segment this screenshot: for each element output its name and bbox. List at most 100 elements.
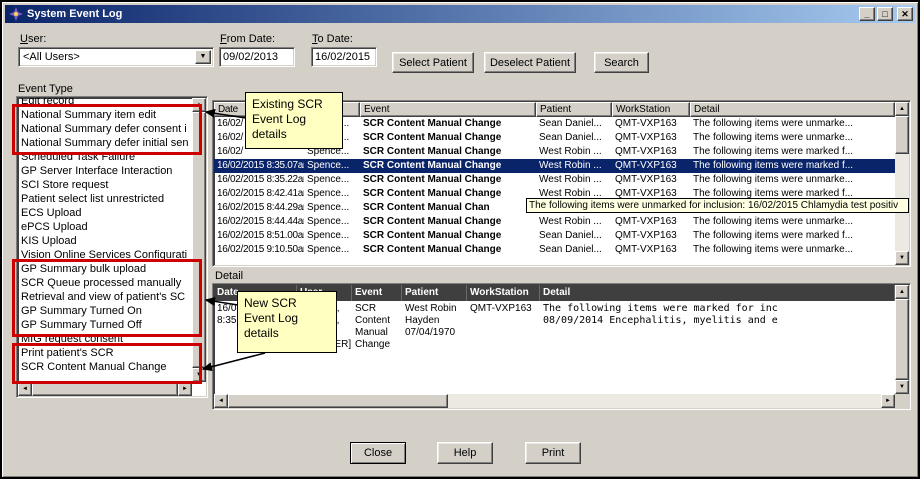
window-title: System Event Log [27,8,857,20]
cell-user: Spence... [304,229,360,243]
titlebar: System Event Log _ □ ✕ [5,5,915,23]
cell-detail: The following items were marked f... [690,229,895,243]
scroll-thumb[interactable] [32,382,178,396]
print-button[interactable]: Print [525,442,581,464]
event-type-item[interactable]: KIS Upload [19,234,192,248]
event-log-row[interactable]: 16/02/2015 8:51.00amSpence...SCR Content… [214,229,895,243]
event-type-item[interactable]: GP Summary Turned On [19,304,192,318]
cell-detail: The following items were unmarke... [690,117,895,131]
event-type-item[interactable]: National Summary defer initial sen [19,136,192,150]
user-select-value: <All Users> [23,51,80,63]
cell-patient: Sean Daniel... [536,131,612,145]
event-type-item[interactable]: SCR Content Manual Change [19,360,192,374]
callout-existing-scr-details: Existing SCR Event Log details [245,92,343,149]
event-type-item[interactable]: Scheduled Task Failure [19,150,192,164]
event-type-item[interactable]: GP Summary bulk upload [19,262,192,276]
event-type-item[interactable]: ECS Upload [19,206,192,220]
scroll-down-icon[interactable]: ▼ [895,380,909,394]
chevron-down-icon[interactable]: ▼ [195,50,211,64]
event-type-item[interactable]: Edit record [19,98,192,108]
from-date-input[interactable] [219,47,295,67]
scroll-thumb[interactable] [192,112,206,368]
detail-column-header: Patient [402,285,467,301]
select-patient-button[interactable]: Select Patient [392,52,474,73]
event-column-header[interactable]: Event [360,102,536,117]
scroll-up-icon[interactable]: ▲ [895,102,909,116]
close-button[interactable]: Close [350,442,406,464]
cell-patient: West Robin ... [536,215,612,229]
event-table-vscrollbar[interactable]: ▲ ▼ [895,102,909,265]
app-icon [9,7,23,21]
cell-patient: West Robin ... [536,145,612,159]
cell-event: SCR Content Manual Change [360,173,536,187]
cell-user: Spence... [304,243,360,257]
scroll-right-icon[interactable]: ► [881,394,895,408]
event-type-item[interactable]: SCI Store request [19,178,192,192]
event-type-item[interactable]: Vision Online Services Configurati [19,248,192,262]
search-button[interactable]: Search [594,52,649,73]
scroll-right-icon[interactable]: ► [178,382,192,396]
scroll-down-icon[interactable]: ▼ [192,368,206,382]
event-type-item[interactable]: Retrieval and view of patient's SC [19,290,192,304]
event-column-header[interactable]: Patient [536,102,612,117]
cell-event: SCR Content Manual Change [360,131,536,145]
close-icon[interactable]: ✕ [897,7,913,21]
cell-detail: The following items were unmarke... [690,131,895,145]
cell-date: 16/02/2015 8:44.44am [214,215,304,229]
event-column-header[interactable]: Detail [690,102,895,117]
event-type-item[interactable]: Patient select list unrestricted [19,192,192,206]
scroll-up-icon[interactable]: ▲ [895,285,909,299]
scroll-left-icon[interactable]: ◄ [18,382,32,396]
cell-ws: QMT-VXP163 [612,131,690,145]
scroll-thumb[interactable] [228,394,448,408]
cell-ws: QMT-VXP163 [612,145,690,159]
event-type-item[interactable]: GP Server Interface Interaction [19,164,192,178]
scroll-left-icon[interactable]: ◄ [214,394,228,408]
detail-vscrollbar[interactable]: ▲ ▼ [895,285,909,394]
event-log-row[interactable]: 16/02/2015 8:35.22amSpence...SCR Content… [214,173,895,187]
event-type-item[interactable]: GP Summary Turned Off [19,318,192,332]
event-log-row[interactable]: 16/02/2015 8:44.44amSpence...SCR Content… [214,215,895,229]
cell-event: SCR Content Manual Change [360,215,536,229]
cell-event: SCR Content Manual Change [360,159,536,173]
event-type-item[interactable]: SCR Queue processed manually [19,276,192,290]
scroll-up-icon[interactable]: ▲ [192,98,206,112]
cell-patient: West Robin ... [536,159,612,173]
callout-new-scr-details: New SCR Event Log details [237,291,337,353]
event-type-item[interactable]: National Summary item edit [19,108,192,122]
event-type-item[interactable]: Print patient's SCR [19,346,192,360]
event-type-vscrollbar[interactable]: ▲ ▼ [192,98,206,382]
detail-column-header: Event [352,285,402,301]
event-log-row[interactable]: 16/02/2015 9:10.50amSpence...SCR Content… [214,243,895,257]
cell-date: 16/02/2015 8:44.29am [214,201,304,215]
detail-hscrollbar[interactable]: ◄ ► [214,394,895,408]
minimize-icon[interactable]: _ [859,7,875,21]
row-detail-tooltip: The following items were unmarked for in… [526,198,909,213]
event-type-item[interactable]: ePCS Upload [19,220,192,234]
event-type-item[interactable]: National Summary defer consent i [19,122,192,136]
to-date-input[interactable] [311,47,377,67]
to-date-label: To Date: [312,33,353,45]
cell-patient: Sean Daniel... [536,117,612,131]
cell-ws: QMT-VXP163 [612,215,690,229]
detail-cell-workstation: QMT-VXP163 [467,301,540,317]
event-column-header[interactable]: WorkStation [612,102,690,117]
cell-ws: QMT-VXP163 [612,159,690,173]
cell-ws: QMT-VXP163 [612,117,690,131]
detail-column-header: Detail [540,285,895,301]
user-select[interactable]: <All Users> ▼ [18,47,214,67]
scroll-thumb[interactable] [895,116,909,154]
detail-cell-detail: The following items were marked for inc … [540,301,895,329]
help-button[interactable]: Help [437,442,493,464]
deselect-patient-button[interactable]: Deselect Patient [484,52,576,73]
event-log-row[interactable]: 16/02/2015 8:35.07amSpence...SCR Content… [214,159,895,173]
scroll-down-icon[interactable]: ▼ [895,251,909,265]
event-type-hscrollbar[interactable]: ◄ ► [18,382,192,396]
event-type-item[interactable]: MIG request consent [19,332,192,346]
cell-event: SCR Content Manual Change [360,243,536,257]
cell-date: 16/02/2015 9:10.50am [214,243,304,257]
scroll-thumb[interactable] [895,299,909,380]
from-date-label: From Date: [220,33,275,45]
cell-user: Spence... [304,201,360,215]
maximize-icon[interactable]: □ [877,7,893,21]
